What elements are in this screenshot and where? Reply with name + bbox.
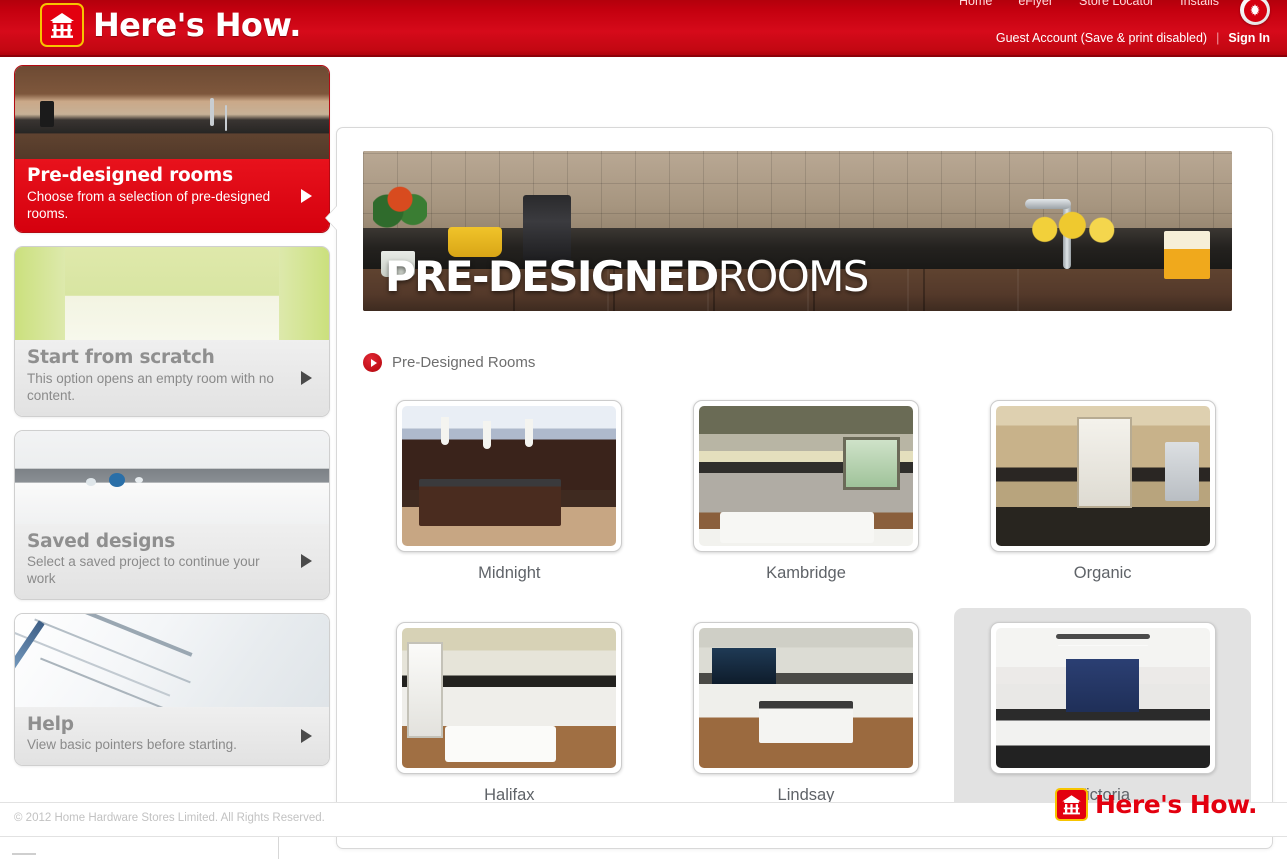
sidebar-item-pre-designed-rooms[interactable]: Pre-designed rooms Choose from a selecti… bbox=[14, 65, 330, 234]
room-thumbnail-victoria bbox=[995, 628, 1210, 768]
page-edge-artifact bbox=[278, 837, 279, 859]
room-label: Kambridge bbox=[766, 564, 846, 582]
copyright-text: © 2012 Home Hardware Stores Limited. All… bbox=[14, 812, 325, 824]
sidebar-thumb-saved-designs bbox=[15, 430, 329, 524]
sidebar-item-title: Pre-designed rooms bbox=[27, 165, 233, 186]
room-thumbnail-frame bbox=[989, 622, 1216, 774]
room-thumbnail-frame bbox=[396, 400, 623, 552]
footer-logo[interactable]: Here's How. bbox=[1055, 788, 1258, 821]
sidebar-thumb-start-from-scratch bbox=[15, 247, 329, 341]
application-root: Here's How. Home eFlyer Store Locator In… bbox=[0, 0, 1287, 859]
hero-title-light: ROOMS bbox=[717, 252, 870, 301]
header-logo[interactable]: Here's How. bbox=[40, 3, 301, 47]
account-divider: | bbox=[1216, 31, 1220, 45]
chevron-right-icon bbox=[301, 188, 312, 203]
sidebar-item-title: Saved designs bbox=[27, 530, 176, 552]
room-label: Organic bbox=[1073, 564, 1132, 582]
sidebar-item-desc: Select a saved project to continue your … bbox=[27, 554, 260, 587]
room-thumbnail-kambridge bbox=[698, 406, 913, 546]
sidebar: Pre-designed rooms Choose from a selecti… bbox=[14, 65, 330, 779]
room-thumbnail-frame bbox=[989, 400, 1216, 552]
sidebar-item-help[interactable]: Help View basic pointers before starting… bbox=[14, 612, 330, 766]
play-bullet-icon bbox=[363, 353, 382, 372]
chevron-right-icon bbox=[301, 728, 312, 743]
room-thumbnail-organic bbox=[995, 406, 1210, 546]
room-thumbnail-frame bbox=[396, 622, 623, 774]
panel-notch bbox=[326, 205, 338, 231]
nav-item-installs[interactable]: Installs bbox=[1180, 0, 1219, 8]
nav-item-home[interactable]: Home bbox=[959, 0, 992, 8]
room-card-organic[interactable]: Organic bbox=[954, 386, 1251, 593]
sidebar-thumb-pre-designed-rooms bbox=[15, 66, 329, 159]
room-thumbnail-lindsay bbox=[698, 628, 913, 768]
room-card-lindsay[interactable]: Lindsay bbox=[658, 608, 955, 815]
footer-logo-text: Here's How. bbox=[1095, 790, 1258, 819]
guest-account-label: Guest Account (Save & print disabled) bbox=[995, 31, 1208, 45]
pre-designed-room-grid: Midnight Kambridge Organic Halifax Linds… bbox=[361, 386, 1251, 815]
sidebar-item-saved-designs[interactable]: Saved designs Select a saved project to … bbox=[14, 429, 330, 600]
hero-title-bold: PRE-DESIGNED bbox=[385, 252, 719, 301]
chevron-right-icon bbox=[301, 554, 312, 569]
home-hardware-logo-icon bbox=[1055, 788, 1088, 821]
page-edge-artifact bbox=[12, 853, 36, 855]
room-label: Midnight bbox=[478, 564, 541, 582]
top-navigation: Home eFlyer Store Locator Installs bbox=[959, 0, 1219, 8]
account-bar: Guest Account (Save & print disabled) | … bbox=[996, 31, 1270, 45]
content-panel: PRE-DESIGNEDROOMS Pre-Designed Rooms Mid… bbox=[326, 127, 1273, 849]
hero-banner: PRE-DESIGNEDROOMS bbox=[363, 151, 1232, 311]
header-logo-text: Here's How. bbox=[93, 6, 301, 44]
room-card-halifax[interactable]: Halifax bbox=[361, 608, 658, 815]
hero-banner-title: PRE-DESIGNEDROOMS bbox=[385, 256, 869, 298]
room-thumbnail-halifax bbox=[402, 628, 617, 768]
site-header: Here's How. Home eFlyer Store Locator In… bbox=[0, 0, 1287, 57]
nav-item-eflyer[interactable]: eFlyer bbox=[1018, 0, 1053, 8]
home-hardware-logo-icon bbox=[40, 3, 84, 47]
room-thumbnail-midnight bbox=[402, 406, 617, 546]
room-thumbnail-frame bbox=[692, 622, 919, 774]
sidebar-thumb-help bbox=[15, 613, 329, 707]
room-card-victoria[interactable]: Victoria bbox=[954, 608, 1251, 815]
sidebar-item-desc: View basic pointers before starting. bbox=[27, 737, 237, 753]
sidebar-item-title: Start from scratch bbox=[27, 347, 215, 369]
room-card-kambridge[interactable]: Kambridge bbox=[658, 386, 955, 593]
sidebar-item-desc: This option opens an empty room with no … bbox=[27, 370, 274, 404]
breadcrumb-label: Pre-Designed Rooms bbox=[392, 354, 536, 371]
sidebar-item-start-from-scratch[interactable]: Start from scratch This option opens an … bbox=[14, 246, 330, 417]
breadcrumb[interactable]: Pre-Designed Rooms bbox=[363, 353, 535, 372]
sidebar-item-desc: Choose from a selection of pre-designed … bbox=[27, 188, 271, 221]
nav-item-store-locator[interactable]: Store Locator bbox=[1079, 0, 1154, 8]
canada-maple-leaf-badge-icon[interactable] bbox=[1240, 0, 1270, 25]
chevron-right-icon bbox=[301, 370, 312, 385]
sidebar-item-title: Help bbox=[27, 713, 74, 735]
sign-in-link[interactable]: Sign In bbox=[1228, 31, 1270, 45]
page-body: Pre-designed rooms Choose from a selecti… bbox=[0, 57, 1287, 849]
room-card-midnight[interactable]: Midnight bbox=[361, 386, 658, 593]
room-thumbnail-frame bbox=[692, 400, 919, 552]
